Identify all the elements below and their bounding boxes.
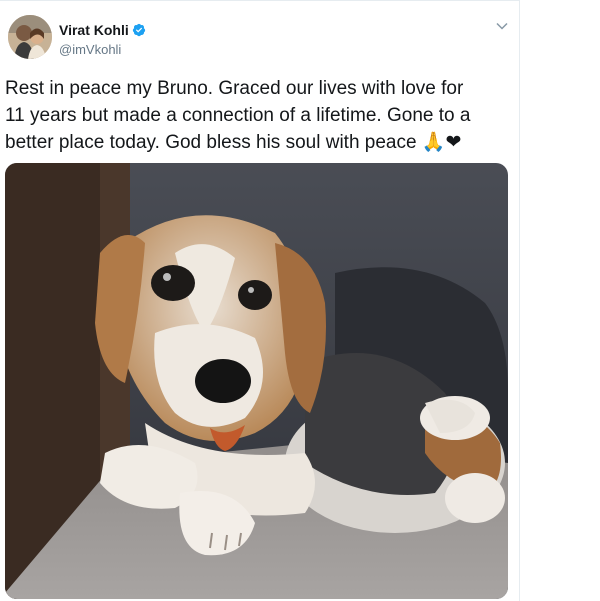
tweet-body: Rest in peace my Bruno. Graced our lives… bbox=[5, 78, 471, 153]
chevron-down-icon[interactable] bbox=[495, 19, 509, 33]
display-name[interactable]: Virat Kohli bbox=[59, 22, 129, 38]
avatar[interactable] bbox=[8, 15, 52, 59]
tweet-header: Virat Kohli @imVkohli bbox=[8, 15, 513, 63]
verified-badge-icon bbox=[132, 23, 145, 36]
tweet-photo[interactable] bbox=[5, 163, 508, 599]
handle[interactable]: @imVkohli bbox=[59, 42, 146, 57]
tweet-emojis: 🙏❤ bbox=[421, 131, 462, 153]
dog-photo-image bbox=[5, 163, 508, 599]
tweet-card: Virat Kohli @imVkohli Rest in peace my B… bbox=[0, 0, 520, 601]
tweet-author: Virat Kohli @imVkohli bbox=[59, 21, 146, 57]
tweet-text: Rest in peace my Bruno. Graced our lives… bbox=[5, 75, 513, 156]
